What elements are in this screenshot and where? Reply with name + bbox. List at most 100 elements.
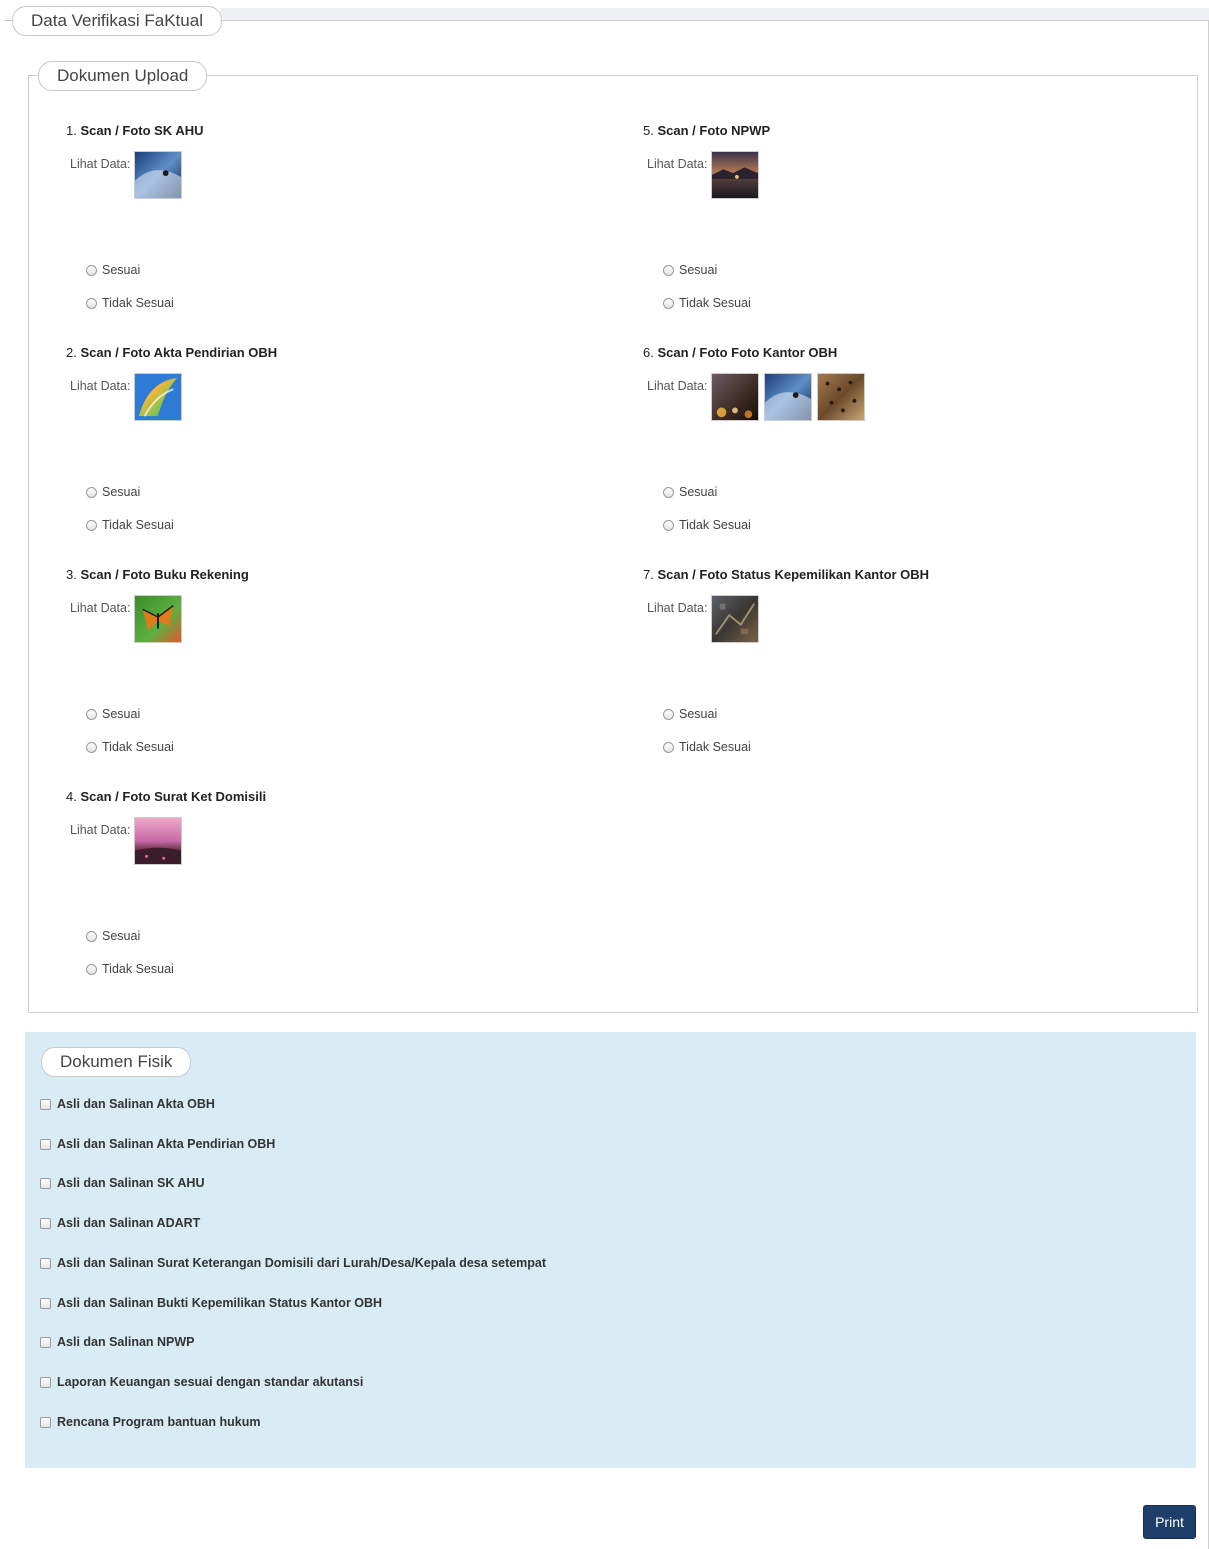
doc-item-status-kepemilikan: 7. Scan / Foto Status Kepemilikan Kantor… xyxy=(643,567,1203,787)
lihat-data-label: Lihat Data: xyxy=(647,157,708,171)
radio-tidak-sesuai[interactable]: Tidak Sesuai xyxy=(86,740,174,754)
checkbox-label: Asli dan Salinan Akta Pendirian OBH xyxy=(57,1137,276,1151)
radio-tidak-sesuai[interactable]: Tidak Sesuai xyxy=(663,296,751,310)
radio-button[interactable] xyxy=(86,963,97,975)
doc-number: 2. xyxy=(66,345,77,360)
checkbox[interactable] xyxy=(40,1297,51,1309)
legend-dokumen-upload: Dokumen Upload xyxy=(38,61,208,91)
radio-button[interactable] xyxy=(663,297,674,309)
radio-tidak-sesuai[interactable]: Tidak Sesuai xyxy=(663,518,751,532)
checkbox[interactable] xyxy=(40,1138,51,1150)
wave-surfer-image[interactable] xyxy=(764,373,812,421)
doc-title-text: Scan / Foto Foto Kantor OBH xyxy=(657,345,838,360)
aerial-city-image[interactable] xyxy=(711,595,759,643)
radio-tidak-sesuai[interactable]: Tidak Sesuai xyxy=(86,296,174,310)
butterfly-image[interactable] xyxy=(134,595,182,643)
thumbnail-list xyxy=(134,373,182,421)
doc-item-foto-kantor: 6. Scan / Foto Foto Kantor OBH Lihat Dat… xyxy=(643,345,1203,565)
radio-sesuai[interactable]: Sesuai xyxy=(86,263,140,277)
radio-tidak-sesuai[interactable]: Tidak Sesuai xyxy=(86,962,174,976)
thumbnail-list xyxy=(711,151,759,199)
header-strip xyxy=(220,8,1209,20)
radio-label: Sesuai xyxy=(679,263,718,277)
night-lake-image[interactable] xyxy=(711,151,759,199)
checkbox[interactable] xyxy=(40,1217,51,1229)
radio-sesuai[interactable]: Sesuai xyxy=(663,707,717,721)
lihat-data-label: Lihat Data: xyxy=(70,823,131,837)
lihat-data-label: Lihat Data: xyxy=(647,379,708,393)
checkbox-label: Laporan Keuangan sesuai dengan standar a… xyxy=(57,1375,364,1389)
doc-title-text: Scan / Foto Status Kepemilikan Kantor OB… xyxy=(657,567,930,582)
print-button[interactable]: Print xyxy=(1143,1505,1196,1539)
radio-sesuai[interactable]: Sesuai xyxy=(86,929,140,943)
radio-label: Sesuai xyxy=(102,263,141,277)
checkbox-label: Asli dan Salinan Bukti Kepemilikan Statu… xyxy=(57,1296,383,1310)
doc-title-text: Scan / Foto Buku Rekening xyxy=(80,567,249,582)
checkbox[interactable] xyxy=(40,1098,51,1110)
doc-item-buku-rekening: 3. Scan / Foto Buku Rekening Lihat Data:… xyxy=(66,567,626,787)
checkbox-rencana-program[interactable]: Rencana Program bantuan hukum xyxy=(40,1415,261,1429)
radio-button[interactable] xyxy=(86,297,97,309)
legend-data-verifikasi: Data Verifikasi FaKtual xyxy=(12,6,222,36)
doc-number: 3. xyxy=(66,567,77,582)
radio-button[interactable] xyxy=(86,741,97,753)
checkbox-akta-pendirian[interactable]: Asli dan Salinan Akta Pendirian OBH xyxy=(40,1137,275,1151)
doc-item-sk-ahu: 1. Scan / Foto SK AHU Lihat Data: Sesuai… xyxy=(66,123,626,343)
doc-title: 4. Scan / Foto Surat Ket Domisili xyxy=(66,789,266,804)
bokeh-lights-image[interactable] xyxy=(711,373,759,421)
cheetah-image[interactable] xyxy=(817,373,865,421)
radio-label: Tidak Sesuai xyxy=(102,296,174,310)
doc-title: 1. Scan / Foto SK AHU xyxy=(66,123,204,138)
radio-button[interactable] xyxy=(86,930,97,942)
radio-label: Sesuai xyxy=(679,707,718,721)
lihat-data-label: Lihat Data: xyxy=(70,601,131,615)
doc-title: 5. Scan / Foto NPWP xyxy=(643,123,770,138)
radio-tidak-sesuai[interactable]: Tidak Sesuai xyxy=(86,518,174,532)
radio-button[interactable] xyxy=(86,708,97,720)
radio-button[interactable] xyxy=(663,486,674,498)
radio-button[interactable] xyxy=(86,264,97,276)
checkbox[interactable] xyxy=(40,1336,51,1348)
wave-surfer-image[interactable] xyxy=(134,151,182,199)
checkbox[interactable] xyxy=(40,1376,51,1388)
sunset-field-image[interactable] xyxy=(134,817,182,865)
thumbnail-list xyxy=(134,151,182,199)
dokumen-fisik-panel: Asli dan Salinan Akta OBH Asli dan Salin… xyxy=(25,1032,1196,1468)
checkbox-label: Asli dan Salinan SK AHU xyxy=(57,1176,205,1190)
checkbox-label: Rencana Program bantuan hukum xyxy=(57,1415,261,1429)
radio-sesuai[interactable]: Sesuai xyxy=(86,485,140,499)
radio-button[interactable] xyxy=(663,264,674,276)
radio-label: Sesuai xyxy=(102,929,141,943)
radio-sesuai[interactable]: Sesuai xyxy=(663,263,717,277)
doc-title-text: Scan / Foto Surat Ket Domisili xyxy=(80,789,267,804)
checkbox-laporan-keuangan[interactable]: Laporan Keuangan sesuai dengan standar a… xyxy=(40,1375,363,1389)
doc-title-text: Scan / Foto NPWP xyxy=(657,123,771,138)
thumbnail-list xyxy=(711,373,865,421)
checkbox-adart[interactable]: Asli dan Salinan ADART xyxy=(40,1216,200,1230)
lihat-data-label: Lihat Data: xyxy=(647,601,708,615)
checkbox-sk-ahu[interactable]: Asli dan Salinan SK AHU xyxy=(40,1176,204,1190)
checkbox-akta-obh[interactable]: Asli dan Salinan Akta OBH xyxy=(40,1097,215,1111)
checkbox-surat-domisili[interactable]: Asli dan Salinan Surat Keterangan Domisi… xyxy=(40,1256,546,1270)
doc-title: 3. Scan / Foto Buku Rekening xyxy=(66,567,249,582)
radio-button[interactable] xyxy=(663,708,674,720)
checkbox[interactable] xyxy=(40,1177,51,1189)
checkbox-npwp[interactable]: Asli dan Salinan NPWP xyxy=(40,1335,195,1349)
doc-number: 1. xyxy=(66,123,77,138)
doc-title: 2. Scan / Foto Akta Pendirian OBH xyxy=(66,345,277,360)
lihat-data-label: Lihat Data: xyxy=(70,379,131,393)
radio-tidak-sesuai[interactable]: Tidak Sesuai xyxy=(663,740,751,754)
radio-sesuai[interactable]: Sesuai xyxy=(663,485,717,499)
checkbox-status-kantor[interactable]: Asli dan Salinan Bukti Kepemilikan Statu… xyxy=(40,1296,382,1310)
checkbox-label: Asli dan Salinan Surat Keterangan Domisi… xyxy=(57,1256,547,1270)
radio-button[interactable] xyxy=(663,741,674,753)
radio-button[interactable] xyxy=(86,519,97,531)
checkbox[interactable] xyxy=(40,1416,51,1428)
radio-button[interactable] xyxy=(663,519,674,531)
doc-title-text: Scan / Foto Akta Pendirian OBH xyxy=(80,345,278,360)
radio-sesuai[interactable]: Sesuai xyxy=(86,707,140,721)
checkbox[interactable] xyxy=(40,1257,51,1269)
radio-button[interactable] xyxy=(86,486,97,498)
windows7-logo-image[interactable] xyxy=(134,373,182,421)
radio-label: Tidak Sesuai xyxy=(679,518,751,532)
